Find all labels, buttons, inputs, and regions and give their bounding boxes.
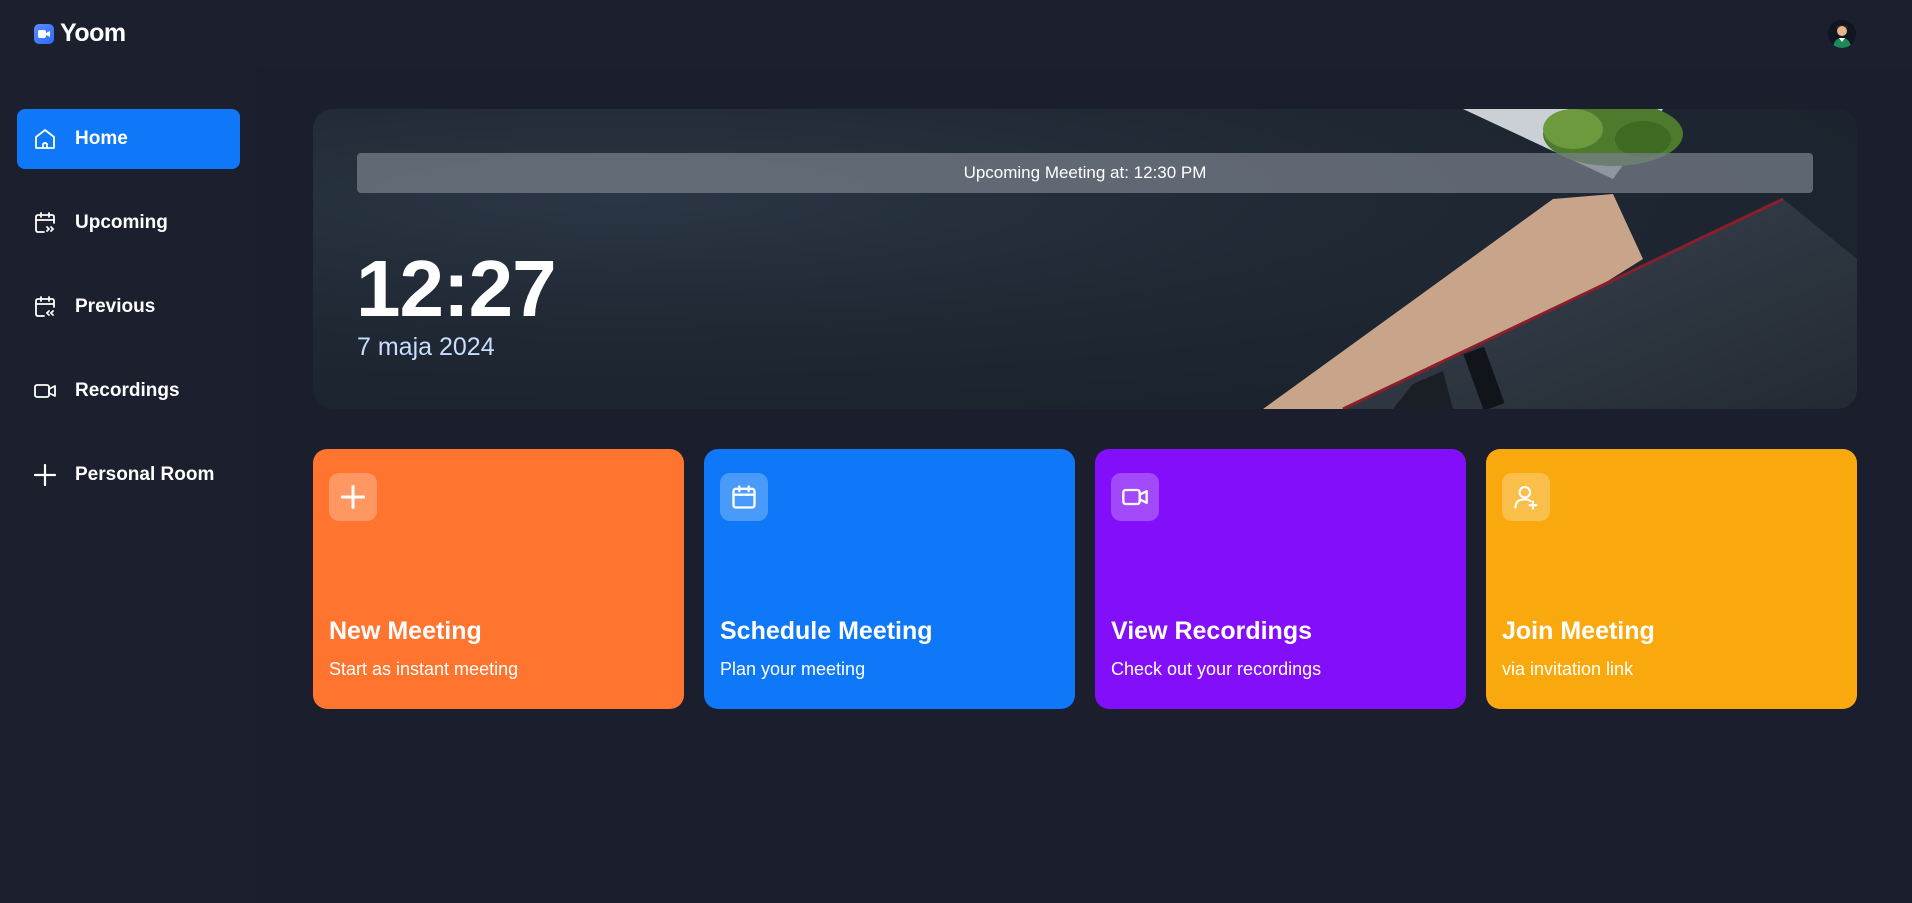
plus-icon (32, 462, 58, 488)
top-bar: Yoom (0, 0, 1912, 67)
sidebar-item-home[interactable]: Home (17, 109, 240, 169)
sidebar: Home Upcoming Previous Recordings Person… (0, 67, 258, 903)
card-title: Schedule Meeting (720, 617, 933, 645)
main-content: Upcoming Meeting at: 12:30 PM 12:27 7 ma… (258, 67, 1912, 903)
sidebar-item-label: Recordings (75, 380, 180, 401)
current-time: 12:27 (356, 244, 557, 333)
logo-icon (34, 23, 54, 44)
card-title: Join Meeting (1502, 617, 1655, 645)
sidebar-item-label: Home (75, 128, 128, 149)
sidebar-item-previous[interactable]: Previous (17, 277, 240, 337)
schedule-meeting-card[interactable]: Schedule Meeting Plan your meeting (704, 449, 1075, 709)
user-avatar[interactable] (1828, 19, 1856, 48)
card-subtitle: Start as instant meeting (329, 659, 519, 679)
view-recordings-card[interactable]: View Recordings Check out your recording… (1095, 449, 1466, 709)
hero-banner: Upcoming Meeting at: 12:30 PM 12:27 7 ma… (313, 109, 1857, 409)
sidebar-item-personal-room[interactable]: Personal Room (17, 445, 240, 505)
sidebar-item-recordings[interactable]: Recordings (17, 361, 240, 421)
video-icon (1111, 473, 1159, 521)
card-subtitle: via invitation link (1502, 659, 1634, 679)
sidebar-item-upcoming[interactable]: Upcoming (17, 193, 240, 253)
plus-icon (329, 473, 377, 521)
calendar-icon (720, 473, 768, 521)
calendar-forward-icon (32, 210, 58, 236)
upcoming-meeting-banner: Upcoming Meeting at: 12:30 PM (357, 153, 1813, 193)
sidebar-item-label: Personal Room (75, 464, 215, 485)
new-meeting-card[interactable]: New Meeting Start as instant meeting (313, 449, 684, 709)
app-name: Yoom (60, 19, 126, 47)
home-icon (32, 126, 58, 152)
card-subtitle: Plan your meeting (720, 659, 866, 679)
sidebar-item-label: Upcoming (75, 212, 168, 233)
action-cards: New Meeting Start as instant meeting Sch… (313, 449, 1857, 709)
video-icon (32, 378, 58, 404)
join-meeting-card[interactable]: Join Meeting via invitation link (1486, 449, 1857, 709)
card-title: View Recordings (1111, 617, 1312, 645)
current-date: 7 maja 2024 (357, 333, 495, 361)
sidebar-item-label: Previous (75, 296, 156, 317)
user-plus-icon (1502, 473, 1550, 521)
card-subtitle: Check out your recordings (1111, 659, 1322, 679)
card-title: New Meeting (329, 617, 482, 645)
calendar-back-icon (32, 294, 58, 320)
logo[interactable]: Yoom (34, 19, 126, 48)
